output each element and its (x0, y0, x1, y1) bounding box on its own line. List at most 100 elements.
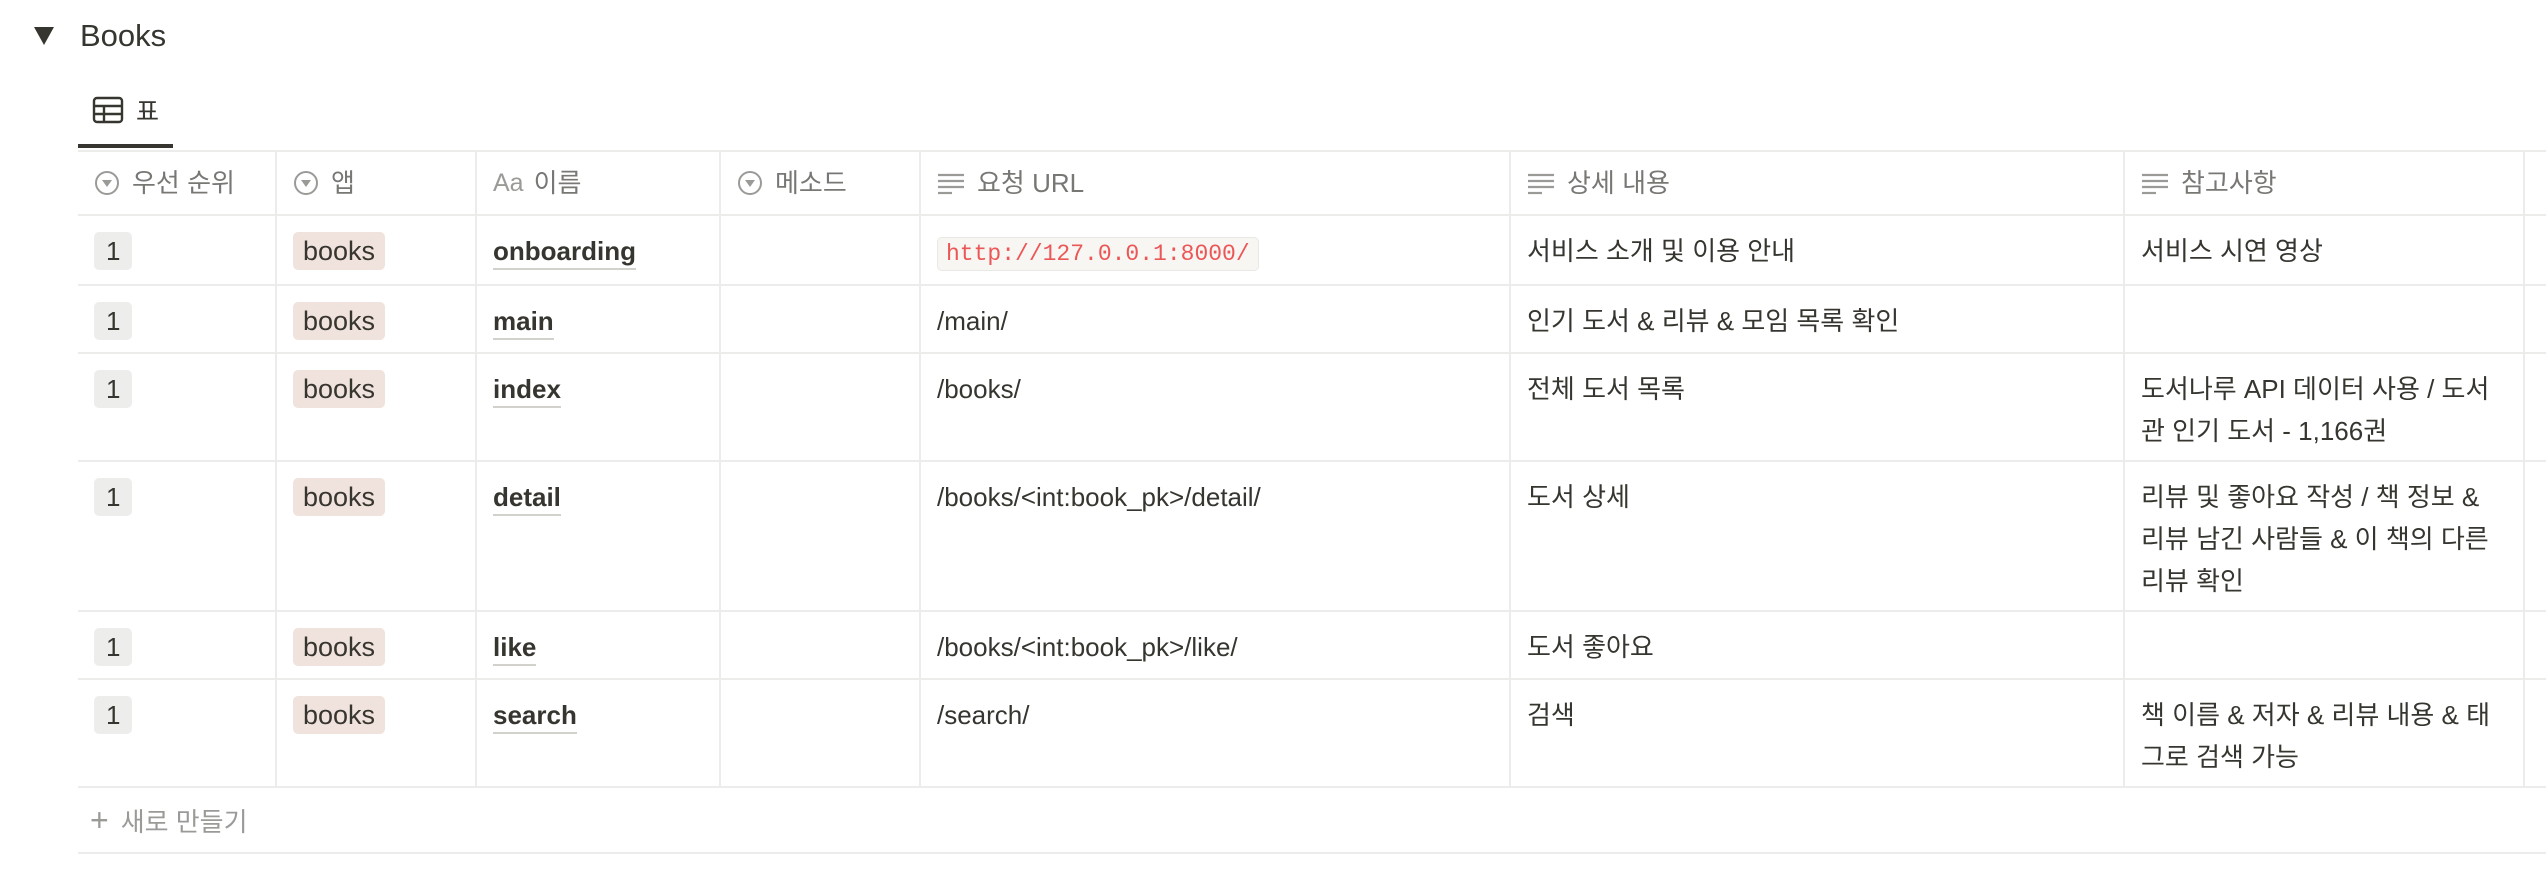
new-row-button[interactable]: + 새로 만들기 (78, 788, 2546, 854)
table-row[interactable]: 1 books main /main/ 인기 도서 & 리뷰 & 모임 목록 확… (78, 286, 2546, 354)
detail-cell[interactable]: 도서 상세 (1511, 462, 2125, 610)
table-row[interactable]: 1 books index /books/ 전체 도서 목록 도서나루 API … (78, 354, 2546, 462)
note-cell[interactable]: 서비스 시연 영상 (2125, 216, 2525, 284)
priority-cell[interactable]: 1 (78, 354, 277, 460)
column-header-note[interactable]: 참고사항 (2125, 152, 2525, 214)
method-cell[interactable] (721, 462, 921, 610)
column-header-label: 참고사항 (2181, 168, 2277, 198)
select-property-icon (737, 170, 763, 196)
note-cell[interactable]: 도서나루 API 데이터 사용 / 도서관 인기 도서 - 1,166권 (2125, 354, 2525, 460)
row-title-link[interactable]: onboarding (493, 234, 636, 270)
toggle-triangle-icon[interactable] (34, 27, 54, 45)
row-overflow-cell (2525, 680, 2546, 786)
note-cell[interactable]: 리뷰 및 좋아요 작성 / 책 정보 & 리뷰 남긴 사람들 & 이 책의 다른… (2125, 462, 2525, 610)
url-cell[interactable]: /books/<int:book_pk>/like/ (921, 612, 1511, 678)
plus-icon: + (90, 801, 109, 838)
app-cell[interactable]: books (277, 286, 477, 352)
url-cell[interactable]: /search/ (921, 680, 1511, 786)
column-header-method[interactable]: 메소드 (721, 152, 921, 214)
detail-cell[interactable]: 서비스 소개 및 이용 안내 (1511, 216, 2125, 284)
priority-badge: 1 (94, 370, 133, 408)
section-header: Books (34, 14, 166, 58)
method-cell[interactable] (721, 612, 921, 678)
app-tag: books (293, 478, 386, 516)
row-title-link[interactable]: detail (493, 480, 561, 516)
row-title-link[interactable]: main (493, 304, 554, 340)
priority-badge: 1 (94, 302, 133, 340)
priority-cell[interactable]: 1 (78, 286, 277, 352)
column-header-url[interactable]: 요청 URL (921, 152, 1511, 214)
select-property-icon (94, 170, 120, 196)
row-overflow-cell (2525, 216, 2546, 284)
detail-cell[interactable]: 인기 도서 & 리뷰 & 모임 목록 확인 (1511, 286, 2125, 352)
name-cell[interactable]: like (477, 612, 721, 678)
priority-cell[interactable]: 1 (78, 680, 277, 786)
title-property-icon: Aa (493, 169, 524, 197)
column-header-detail[interactable]: 상세 내용 (1511, 152, 2125, 214)
method-cell[interactable] (721, 680, 921, 786)
priority-cell[interactable]: 1 (78, 462, 277, 610)
column-header-overflow (2525, 152, 2546, 214)
table-row[interactable]: 1 books detail /books/<int:book_pk>/deta… (78, 462, 2546, 612)
detail-cell[interactable]: 전체 도서 목록 (1511, 354, 2125, 460)
column-header-name[interactable]: Aa 이름 (477, 152, 721, 214)
column-header-app[interactable]: 앱 (277, 152, 477, 214)
url-cell[interactable]: /main/ (921, 286, 1511, 352)
priority-cell[interactable]: 1 (78, 612, 277, 678)
column-header-label: 요청 URL (977, 168, 1085, 198)
row-title-link[interactable]: search (493, 698, 577, 734)
method-cell[interactable] (721, 216, 921, 284)
app-cell[interactable]: books (277, 216, 477, 284)
note-cell[interactable]: 책 이름 & 저자 & 리뷰 내용 & 태그로 검색 가능 (2125, 680, 2525, 786)
row-overflow-cell (2525, 286, 2546, 352)
url-cell[interactable]: /books/<int:book_pk>/detail/ (921, 462, 1511, 610)
app-cell[interactable]: books (277, 462, 477, 610)
method-cell[interactable] (721, 354, 921, 460)
app-tag: books (293, 628, 386, 666)
app-tag: books (293, 370, 386, 408)
column-header-label: 상세 내용 (1567, 168, 1670, 198)
note-cell[interactable] (2125, 612, 2525, 678)
row-overflow-cell (2525, 612, 2546, 678)
priority-cell[interactable]: 1 (78, 216, 277, 284)
priority-badge: 1 (94, 478, 133, 516)
column-header-label: 앱 (331, 168, 355, 198)
name-cell[interactable]: main (477, 286, 721, 352)
table-header-row: 우선 순위 앱 Aa 이름 메소드 요청 URL 상세 내용 참고사항 (78, 150, 2546, 216)
view-tab-label: 표 (136, 98, 160, 126)
table-row[interactable]: 1 books search /search/ 검색 책 이름 & 저자 & 리… (78, 680, 2546, 788)
select-property-icon (293, 170, 319, 196)
table-row[interactable]: 1 books onboarding http://127.0.0.1:8000… (78, 216, 2546, 286)
row-overflow-cell (2525, 462, 2546, 610)
app-cell[interactable]: books (277, 612, 477, 678)
name-cell[interactable]: detail (477, 462, 721, 610)
row-overflow-cell (2525, 354, 2546, 460)
detail-cell[interactable]: 검색 (1511, 680, 2125, 786)
inline-code-url: http://127.0.0.1:8000/ (937, 237, 1259, 271)
table-row[interactable]: 1 books like /books/<int:book_pk>/like/ … (78, 612, 2546, 680)
url-cell[interactable]: /books/ (921, 354, 1511, 460)
app-tag: books (293, 302, 386, 340)
column-header-priority[interactable]: 우선 순위 (78, 152, 277, 214)
row-title-link[interactable]: index (493, 372, 561, 408)
name-cell[interactable]: search (477, 680, 721, 786)
name-cell[interactable]: index (477, 354, 721, 460)
view-tab-table[interactable]: 표 (78, 86, 174, 148)
app-cell[interactable]: books (277, 354, 477, 460)
app-cell[interactable]: books (277, 680, 477, 786)
database-table: 우선 순위 앱 Aa 이름 메소드 요청 URL 상세 내용 참고사항 1 bo… (78, 150, 2546, 854)
column-header-label: 우선 순위 (132, 168, 235, 198)
app-tag: books (293, 232, 386, 270)
row-title-link[interactable]: like (493, 630, 537, 666)
detail-cell[interactable]: 도서 좋아요 (1511, 612, 2125, 678)
active-tab-underline (78, 144, 174, 148)
priority-badge: 1 (94, 696, 133, 734)
url-cell[interactable]: http://127.0.0.1:8000/ (921, 216, 1511, 284)
text-property-icon (2141, 171, 2169, 195)
column-header-label: 메소드 (775, 168, 847, 198)
text-property-icon (1527, 171, 1555, 195)
method-cell[interactable] (721, 286, 921, 352)
column-header-label: 이름 (533, 168, 582, 198)
name-cell[interactable]: onboarding (477, 216, 721, 284)
note-cell[interactable] (2125, 286, 2525, 352)
